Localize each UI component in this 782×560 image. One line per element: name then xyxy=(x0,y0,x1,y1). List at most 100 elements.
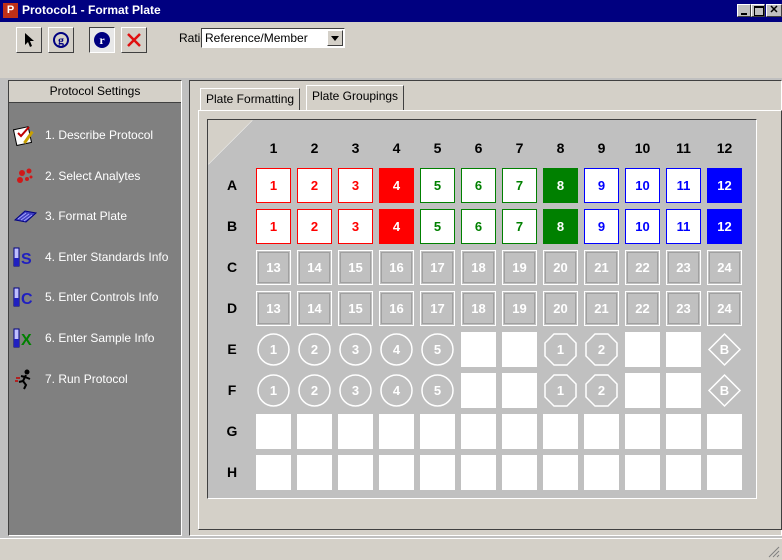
well-B6[interactable]: 6 xyxy=(461,209,496,244)
well-C3[interactable]: 15 xyxy=(338,250,373,285)
well-B1[interactable]: 1 xyxy=(256,209,291,244)
well-B4[interactable]: 4 xyxy=(379,209,414,244)
well-C9[interactable]: 21 xyxy=(584,250,619,285)
well-C10[interactable]: 22 xyxy=(625,250,660,285)
well-H6[interactable] xyxy=(461,455,496,490)
well-H5[interactable] xyxy=(420,455,455,490)
well-B3[interactable]: 3 xyxy=(338,209,373,244)
well-F2[interactable]: 2 xyxy=(297,373,332,408)
well-D5[interactable]: 17 xyxy=(420,291,455,326)
well-E5[interactable]: 5 xyxy=(420,332,455,367)
tab-plate-formatting[interactable]: Plate Formatting xyxy=(200,88,301,110)
maximize-button[interactable] xyxy=(751,4,765,17)
well-G4[interactable] xyxy=(379,414,414,449)
sidebar-item-enter-sample-info[interactable]: X 6. Enter Sample Info xyxy=(11,324,181,354)
well-C12[interactable]: 24 xyxy=(707,250,742,285)
well-G3[interactable] xyxy=(338,414,373,449)
resize-grip-icon[interactable] xyxy=(766,544,780,558)
well-G10[interactable] xyxy=(625,414,660,449)
r-tool-button[interactable]: r xyxy=(89,27,115,53)
well-B10[interactable]: 10 xyxy=(625,209,660,244)
well-E1[interactable]: 1 xyxy=(256,332,291,367)
g-tool-button[interactable]: g xyxy=(48,27,74,53)
well-C8[interactable]: 20 xyxy=(543,250,578,285)
well-E3[interactable]: 3 xyxy=(338,332,373,367)
well-F1[interactable]: 1 xyxy=(256,373,291,408)
well-G11[interactable] xyxy=(666,414,701,449)
well-C4[interactable]: 16 xyxy=(379,250,414,285)
sidebar-item-enter-controls-info[interactable]: C 5. Enter Controls Info xyxy=(11,283,181,313)
well-C1[interactable]: 13 xyxy=(256,250,291,285)
well-D3[interactable]: 15 xyxy=(338,291,373,326)
well-G5[interactable] xyxy=(420,414,455,449)
well-B12[interactable]: 12 xyxy=(707,209,742,244)
chevron-down-icon[interactable] xyxy=(327,30,343,46)
well-D10[interactable]: 22 xyxy=(625,291,660,326)
well-D11[interactable]: 23 xyxy=(666,291,701,326)
well-F8[interactable]: 1 xyxy=(543,373,578,408)
well-G6[interactable] xyxy=(461,414,496,449)
well-A6[interactable]: 6 xyxy=(461,168,496,203)
sidebar-item-select-analytes[interactable]: 2. Select Analytes xyxy=(11,162,181,192)
well-H7[interactable] xyxy=(502,455,537,490)
delete-tool-button[interactable] xyxy=(121,27,147,53)
well-G8[interactable] xyxy=(543,414,578,449)
well-A9[interactable]: 9 xyxy=(584,168,619,203)
well-F6[interactable] xyxy=(461,373,496,408)
pointer-tool-button[interactable] xyxy=(16,27,42,53)
well-B11[interactable]: 11 xyxy=(666,209,701,244)
well-F12[interactable]: B xyxy=(707,373,742,408)
well-G9[interactable] xyxy=(584,414,619,449)
well-A3[interactable]: 3 xyxy=(338,168,373,203)
well-C2[interactable]: 14 xyxy=(297,250,332,285)
well-E4[interactable]: 4 xyxy=(379,332,414,367)
well-A7[interactable]: 7 xyxy=(502,168,537,203)
well-F10[interactable] xyxy=(625,373,660,408)
well-H10[interactable] xyxy=(625,455,660,490)
well-D9[interactable]: 21 xyxy=(584,291,619,326)
well-G12[interactable] xyxy=(707,414,742,449)
well-G2[interactable] xyxy=(297,414,332,449)
well-E8[interactable]: 1 xyxy=(543,332,578,367)
well-E2[interactable]: 2 xyxy=(297,332,332,367)
well-H3[interactable] xyxy=(338,455,373,490)
well-C7[interactable]: 19 xyxy=(502,250,537,285)
well-A11[interactable]: 11 xyxy=(666,168,701,203)
well-G1[interactable] xyxy=(256,414,291,449)
well-E12[interactable]: B xyxy=(707,332,742,367)
well-A10[interactable]: 10 xyxy=(625,168,660,203)
minimize-button[interactable] xyxy=(737,4,751,17)
well-B2[interactable]: 2 xyxy=(297,209,332,244)
well-E10[interactable] xyxy=(625,332,660,367)
well-D6[interactable]: 18 xyxy=(461,291,496,326)
well-E11[interactable] xyxy=(666,332,701,367)
sidebar-item-describe-protocol[interactable]: 1. Describe Protocol xyxy=(11,121,181,151)
well-A12[interactable]: 12 xyxy=(707,168,742,203)
well-D12[interactable]: 24 xyxy=(707,291,742,326)
well-H12[interactable] xyxy=(707,455,742,490)
well-H4[interactable] xyxy=(379,455,414,490)
well-D1[interactable]: 13 xyxy=(256,291,291,326)
well-B9[interactable]: 9 xyxy=(584,209,619,244)
well-A1[interactable]: 1 xyxy=(256,168,291,203)
well-B7[interactable]: 7 xyxy=(502,209,537,244)
well-A5[interactable]: 5 xyxy=(420,168,455,203)
well-B8[interactable]: 8 xyxy=(543,209,578,244)
well-F11[interactable] xyxy=(666,373,701,408)
well-H8[interactable] xyxy=(543,455,578,490)
well-D4[interactable]: 16 xyxy=(379,291,414,326)
well-C5[interactable]: 17 xyxy=(420,250,455,285)
well-F4[interactable]: 4 xyxy=(379,373,414,408)
well-G7[interactable] xyxy=(502,414,537,449)
well-H1[interactable] xyxy=(256,455,291,490)
well-A4[interactable]: 4 xyxy=(379,168,414,203)
well-F9[interactable]: 2 xyxy=(584,373,619,408)
well-D2[interactable]: 14 xyxy=(297,291,332,326)
sidebar-item-format-plate[interactable]: 3. Format Plate xyxy=(11,202,181,232)
well-A8[interactable]: 8 xyxy=(543,168,578,203)
well-F7[interactable] xyxy=(502,373,537,408)
sidebar-item-enter-standards-info[interactable]: S 4. Enter Standards Info xyxy=(11,243,181,273)
well-C11[interactable]: 23 xyxy=(666,250,701,285)
well-D8[interactable]: 20 xyxy=(543,291,578,326)
well-H11[interactable] xyxy=(666,455,701,490)
